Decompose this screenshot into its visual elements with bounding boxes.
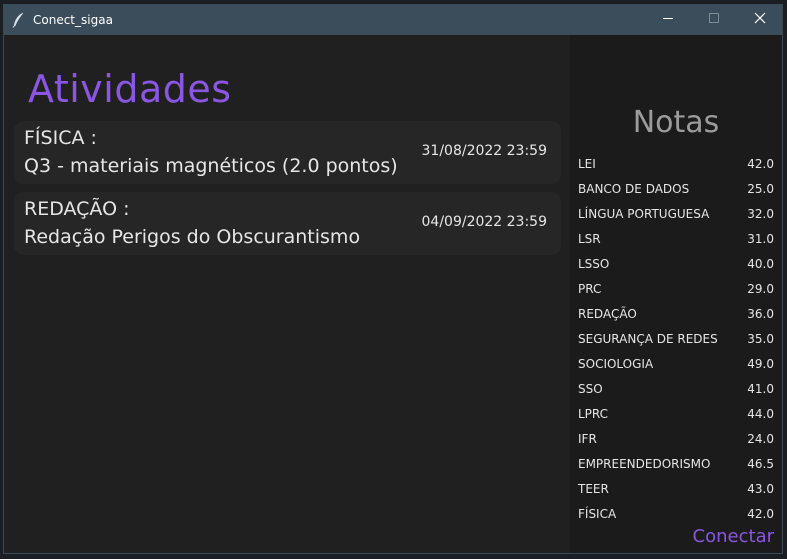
grade-subject: SSO <box>578 382 603 396</box>
grade-subject: LPRC <box>578 407 609 421</box>
grade-value: 36.0 <box>747 307 774 321</box>
grade-row: TEER 43.0 <box>578 478 774 503</box>
grade-subject: BANCO DE DADOS <box>578 182 690 196</box>
grade-value: 31.0 <box>747 232 774 246</box>
feather-icon <box>12 12 26 28</box>
grade-value: 44.0 <box>747 407 774 421</box>
grade-value: 46.5 <box>747 457 774 471</box>
activities-heading: Atividades <box>28 67 232 111</box>
grade-subject: LEI <box>578 157 596 171</box>
grade-row: LÍNGUA PORTUGUESA 32.0 <box>578 203 774 228</box>
grade-row: LSSO 40.0 <box>578 253 774 278</box>
activities-panel: Atividades FÍSICA : Q3 - materiais magné… <box>4 35 570 553</box>
grade-row: EMPREENDEDORISMO 46.5 <box>578 453 774 478</box>
maximize-icon <box>708 12 720 28</box>
grade-value: 35.0 <box>747 332 774 346</box>
grade-subject: LSSO <box>578 257 610 271</box>
activity-task: Redação Perigos do Obscurantismo <box>24 226 361 248</box>
grade-subject: LÍNGUA PORTUGUESA <box>578 207 710 221</box>
maximize-button[interactable] <box>691 5 737 35</box>
close-icon <box>754 12 766 28</box>
grade-row: LPRC 44.0 <box>578 403 774 428</box>
grade-row: BANCO DE DADOS 25.0 <box>578 178 774 203</box>
minimize-icon <box>662 12 674 28</box>
grade-row: FÍSICA 42.0 <box>578 503 774 528</box>
grade-value: 25.0 <box>747 182 774 196</box>
grade-subject: REDAÇÃO <box>578 307 637 321</box>
app-window: Conect_sigaa Atividades FÍSICA : Q3 - ma… <box>3 4 783 554</box>
grade-value: 29.0 <box>747 282 774 296</box>
close-button[interactable] <box>737 5 783 35</box>
activity-subject: REDAÇÃO : <box>24 198 130 220</box>
grade-value: 41.0 <box>747 382 774 396</box>
grade-row: LEI 42.0 <box>578 153 774 178</box>
grade-subject: SOCIOLOGIA <box>578 357 654 371</box>
grade-value: 49.0 <box>747 357 774 371</box>
grade-row: PRC 29.0 <box>578 278 774 303</box>
window-title: Conect_sigaa <box>33 13 113 27</box>
grade-row: SSO 41.0 <box>578 378 774 403</box>
minimize-button[interactable] <box>645 5 691 35</box>
activity-subject: FÍSICA : <box>24 127 97 149</box>
grade-value: 42.0 <box>747 157 774 171</box>
grades-panel: Notas LEI 42.0 BANCO DE DADOS 25.0 LÍNGU… <box>570 35 782 553</box>
grade-row: LSR 31.0 <box>578 228 774 253</box>
grade-row: SOCIOLOGIA 49.0 <box>578 353 774 378</box>
activity-due-date: 04/09/2022 23:59 <box>421 214 548 230</box>
grade-value: 32.0 <box>747 207 774 221</box>
title-bar[interactable]: Conect_sigaa <box>4 5 782 35</box>
grade-subject: IFR <box>578 432 597 446</box>
connect-button[interactable]: Conectar <box>693 526 774 547</box>
activity-card[interactable]: FÍSICA : Q3 - materiais magnéticos (2.0 … <box>14 121 561 184</box>
grade-row: IFR 24.0 <box>578 428 774 453</box>
grade-subject: EMPREENDEDORISMO <box>578 457 711 471</box>
grade-subject: PRC <box>578 282 602 296</box>
main-content: Atividades FÍSICA : Q3 - materiais magné… <box>4 35 782 553</box>
grade-row: SEGURANÇA DE REDES 35.0 <box>578 328 774 353</box>
activity-due-date: 31/08/2022 23:59 <box>421 143 548 159</box>
grade-value: 24.0 <box>747 432 774 446</box>
grade-subject: LSR <box>578 232 601 246</box>
activity-task: Q3 - materiais magnéticos (2.0 pontos) <box>24 155 398 177</box>
grade-value: 43.0 <box>747 482 774 496</box>
grade-subject: TEER <box>578 482 609 496</box>
grade-value: 42.0 <box>747 507 774 521</box>
activity-card[interactable]: REDAÇÃO : Redação Perigos do Obscurantis… <box>14 192 561 255</box>
grade-row: REDAÇÃO 36.0 <box>578 303 774 328</box>
grade-subject: SEGURANÇA DE REDES <box>578 332 718 346</box>
grade-value: 40.0 <box>747 257 774 271</box>
grades-heading: Notas <box>632 105 720 140</box>
grade-subject: FÍSICA <box>578 507 617 521</box>
